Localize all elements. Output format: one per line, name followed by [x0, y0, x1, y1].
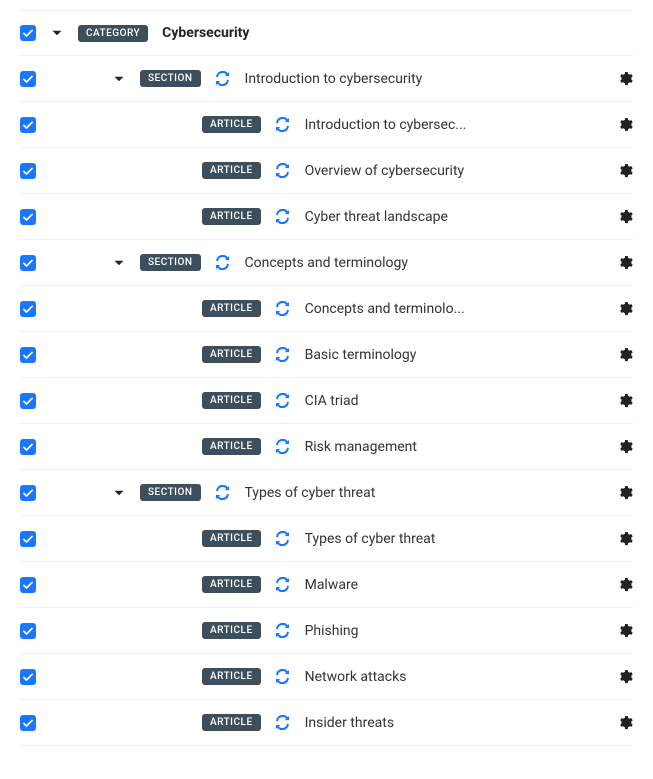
- sync-icon[interactable]: [275, 163, 291, 179]
- sync-icon[interactable]: [275, 531, 291, 547]
- tree-row-article: ARTICLE Concepts and terminolo...: [20, 286, 633, 332]
- article-badge: ARTICLE: [202, 622, 261, 639]
- gear-icon[interactable]: [617, 485, 633, 501]
- sync-icon[interactable]: [215, 255, 231, 271]
- article-badge: ARTICLE: [202, 530, 261, 547]
- gear-icon[interactable]: [617, 715, 633, 731]
- checkbox[interactable]: [20, 485, 36, 501]
- chevron-down-icon[interactable]: [112, 72, 126, 86]
- section-badge: SECTION: [140, 70, 201, 87]
- tree-row-section: SECTION Introduction to cybersecurity: [20, 56, 633, 102]
- sync-icon[interactable]: [275, 715, 291, 731]
- row-label[interactable]: Cyber threat landscape: [305, 209, 607, 225]
- row-label[interactable]: Malware: [305, 577, 607, 593]
- tree-row-article: ARTICLE Malware: [20, 562, 633, 608]
- row-label[interactable]: Insider threats: [305, 715, 607, 731]
- tree-row-article: ARTICLE Types of cyber threat: [20, 516, 633, 562]
- row-label[interactable]: Concepts and terminology: [245, 255, 607, 271]
- checkbox[interactable]: [20, 669, 36, 685]
- checkbox[interactable]: [20, 439, 36, 455]
- section-badge: SECTION: [140, 254, 201, 271]
- row-label[interactable]: Types of cyber threat: [305, 531, 607, 547]
- gear-icon[interactable]: [617, 255, 633, 271]
- tree-row-article: ARTICLE Insider threats: [20, 700, 633, 746]
- sync-icon[interactable]: [215, 71, 231, 87]
- row-label[interactable]: Basic terminology: [305, 347, 607, 363]
- sync-icon[interactable]: [275, 577, 291, 593]
- article-badge: ARTICLE: [202, 392, 261, 409]
- article-badge: ARTICLE: [202, 116, 261, 133]
- gear-icon[interactable]: [617, 117, 633, 133]
- article-badge: ARTICLE: [202, 714, 261, 731]
- chevron-down-icon[interactable]: [112, 486, 126, 500]
- tree-row-article: ARTICLE Risk management: [20, 424, 633, 470]
- tree-row-article: ARTICLE Basic terminology: [20, 332, 633, 378]
- article-badge: ARTICLE: [202, 300, 261, 317]
- sync-icon[interactable]: [275, 623, 291, 639]
- article-badge: ARTICLE: [202, 438, 261, 455]
- tree-row-section: SECTION Concepts and terminology: [20, 240, 633, 286]
- chevron-down-icon[interactable]: [112, 256, 126, 270]
- chevron-down-icon[interactable]: [50, 26, 64, 40]
- gear-icon[interactable]: [617, 577, 633, 593]
- checkbox[interactable]: [20, 531, 36, 547]
- tree-row-category: CATEGORY Cybersecurity: [20, 10, 633, 56]
- row-label[interactable]: Risk management: [305, 439, 607, 455]
- article-badge: ARTICLE: [202, 208, 261, 225]
- sync-icon[interactable]: [275, 439, 291, 455]
- article-badge: ARTICLE: [202, 668, 261, 685]
- row-label[interactable]: Phishing: [305, 623, 607, 639]
- checkbox[interactable]: [20, 255, 36, 271]
- row-label[interactable]: CIA triad: [305, 393, 607, 409]
- content-tree: CATEGORY Cybersecurity SECTION Introduction…: [0, 0, 653, 756]
- gear-icon[interactable]: [617, 623, 633, 639]
- checkbox[interactable]: [20, 163, 36, 179]
- gear-icon[interactable]: [617, 531, 633, 547]
- tree-row-article: ARTICLE CIA triad: [20, 378, 633, 424]
- checkbox[interactable]: [20, 25, 36, 41]
- row-label[interactable]: Network attacks: [305, 669, 607, 685]
- gear-icon[interactable]: [617, 163, 633, 179]
- gear-icon[interactable]: [617, 393, 633, 409]
- tree-row-section: SECTION Types of cyber threat: [20, 470, 633, 516]
- article-badge: ARTICLE: [202, 576, 261, 593]
- checkbox[interactable]: [20, 623, 36, 639]
- tree-row-article: ARTICLE Overview of cybersecurity: [20, 148, 633, 194]
- row-label[interactable]: Concepts and terminolo...: [305, 301, 607, 317]
- checkbox[interactable]: [20, 301, 36, 317]
- sync-icon[interactable]: [275, 117, 291, 133]
- sync-icon[interactable]: [215, 485, 231, 501]
- gear-icon[interactable]: [617, 209, 633, 225]
- sync-icon[interactable]: [275, 301, 291, 317]
- category-badge: CATEGORY: [78, 25, 148, 42]
- checkbox[interactable]: [20, 209, 36, 225]
- article-badge: ARTICLE: [202, 346, 261, 363]
- checkbox[interactable]: [20, 117, 36, 133]
- sync-icon[interactable]: [275, 393, 291, 409]
- gear-icon[interactable]: [617, 301, 633, 317]
- tree-row-article: ARTICLE Introduction to cybersec...: [20, 102, 633, 148]
- gear-icon[interactable]: [617, 347, 633, 363]
- checkbox[interactable]: [20, 577, 36, 593]
- row-label[interactable]: Introduction to cybersec...: [305, 117, 607, 133]
- row-label[interactable]: Types of cyber threat: [245, 485, 607, 501]
- tree-row-article: ARTICLE Cyber threat landscape: [20, 194, 633, 240]
- row-label[interactable]: Cybersecurity: [162, 25, 633, 41]
- row-label[interactable]: Introduction to cybersecurity: [245, 71, 607, 87]
- checkbox[interactable]: [20, 71, 36, 87]
- gear-icon[interactable]: [617, 71, 633, 87]
- sync-icon[interactable]: [275, 669, 291, 685]
- tree-row-article: ARTICLE Network attacks: [20, 654, 633, 700]
- gear-icon[interactable]: [617, 669, 633, 685]
- checkbox[interactable]: [20, 393, 36, 409]
- sync-icon[interactable]: [275, 347, 291, 363]
- checkbox[interactable]: [20, 715, 36, 731]
- gear-icon[interactable]: [617, 439, 633, 455]
- article-badge: ARTICLE: [202, 162, 261, 179]
- row-label[interactable]: Overview of cybersecurity: [305, 163, 607, 179]
- sync-icon[interactable]: [275, 209, 291, 225]
- checkbox[interactable]: [20, 347, 36, 363]
- section-badge: SECTION: [140, 484, 201, 501]
- tree-row-article: ARTICLE Phishing: [20, 608, 633, 654]
